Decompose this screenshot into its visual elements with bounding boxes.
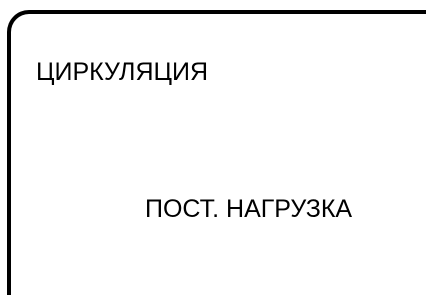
menu-title: ЦИРКУЛЯЦИЯ: [36, 58, 209, 86]
display-frame: [7, 10, 426, 295]
menu-value: ПОСТ. НАГРУЗКА: [145, 195, 353, 223]
